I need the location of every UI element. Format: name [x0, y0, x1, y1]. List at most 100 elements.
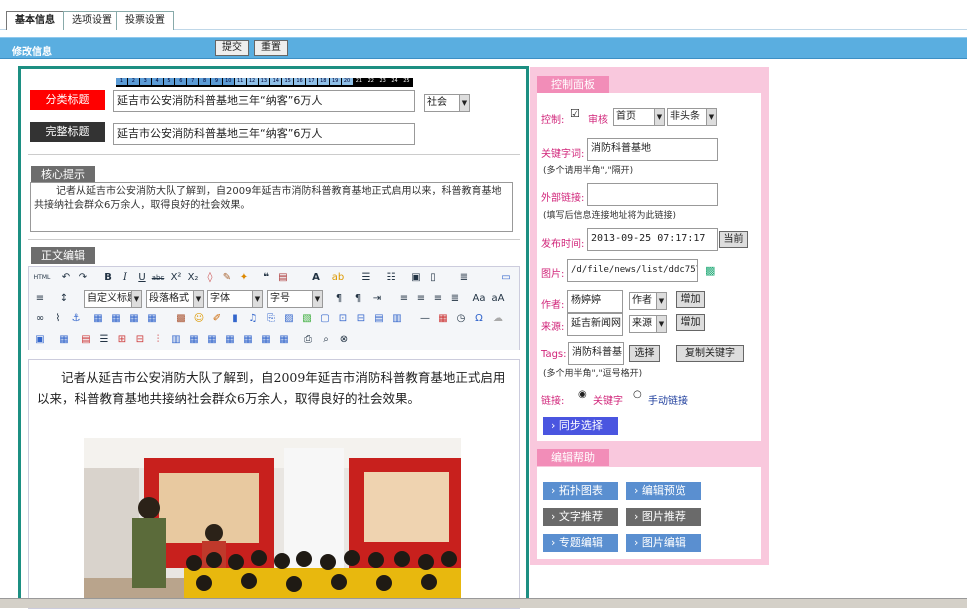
search-replace-icon[interactable]: ⊗	[337, 333, 351, 347]
split-cells-icon[interactable]: ▦	[241, 333, 255, 347]
paste-icon[interactable]: ▤	[276, 271, 290, 285]
template-icon[interactable]: ▥	[390, 312, 404, 326]
headline-select[interactable]: 非头条 ▼	[667, 108, 717, 126]
delete-table-icon[interactable]: ▤	[79, 333, 93, 347]
unlink-icon[interactable]: ⌇	[51, 312, 65, 326]
source-add-button[interactable]: 增加	[676, 314, 705, 331]
paragraph-format-select[interactable]: 段落格式 ▼	[146, 290, 204, 308]
highlight-icon[interactable]: ab	[331, 271, 345, 285]
submit-button[interactable]: 提交	[215, 40, 249, 56]
custom-title-select[interactable]: 自定义标题 ▼	[84, 290, 142, 308]
align-left-icon[interactable]: ≡	[397, 292, 411, 306]
attachment-icon[interactable]: ⎘	[264, 312, 278, 326]
date-icon[interactable]: ▦	[436, 312, 450, 326]
tags-select-button[interactable]: 选择	[629, 345, 660, 362]
clear-doc-icon[interactable]: ▯	[426, 271, 440, 285]
delete-col-icon[interactable]: ▥	[169, 333, 183, 347]
author-select[interactable]: 作者 ▼	[629, 292, 667, 310]
source-input[interactable]: 延吉新闻网	[567, 313, 623, 336]
copy-keyword-button[interactable]: 复制关键字	[676, 345, 744, 362]
select-all-icon[interactable]: ▣	[409, 271, 423, 285]
edit-preview-button[interactable]: › 编辑预览	[626, 482, 701, 500]
insert-row-icon[interactable]: ⊞	[115, 333, 129, 347]
row-spacing-icon[interactable]: ≡	[33, 292, 47, 306]
image-left-icon[interactable]: ▦	[91, 312, 105, 326]
manual-link-radio[interactable]: ○	[633, 389, 642, 400]
merge-right-icon[interactable]: ▦	[205, 333, 219, 347]
gmap-icon[interactable]: ▧	[300, 312, 314, 326]
line-height-icon[interactable]: ↕	[57, 292, 71, 306]
preview-icon[interactable]: ⌕	[319, 333, 333, 347]
unordered-list-icon[interactable]: ☷	[384, 271, 398, 285]
align-center-icon[interactable]: ≡	[414, 292, 428, 306]
author-input[interactable]: 杨婷婷	[567, 290, 623, 313]
external-link-input[interactable]	[587, 183, 718, 206]
topic-edit-button[interactable]: › 专题编辑	[543, 534, 618, 552]
author-add-button[interactable]: 增加	[676, 291, 705, 308]
reset-button[interactable]: 重置	[254, 40, 288, 56]
special-char-icon[interactable]: Ω	[472, 312, 486, 326]
home-select[interactable]: 首页 ▼	[613, 108, 665, 126]
page-break-icon[interactable]: ⊟	[354, 312, 368, 326]
rtl-icon[interactable]: ¶	[351, 292, 365, 306]
current-time-button[interactable]: 当前	[719, 231, 748, 248]
bold-icon[interactable]: B	[101, 271, 115, 285]
horizontal-scrollbar[interactable]	[0, 598, 967, 608]
fullscreen-icon[interactable]: ▭	[499, 271, 513, 285]
tab-basic-info[interactable]: 基本信息	[6, 11, 64, 30]
undo-icon[interactable]: ↶	[59, 271, 73, 285]
quote-icon[interactable]: ❝	[259, 271, 273, 285]
ordered-list-icon[interactable]: ☰	[359, 271, 373, 285]
time-icon[interactable]: ◷	[454, 312, 468, 326]
inserttable-dialog-icon[interactable]: ▣	[33, 333, 47, 347]
image-picker-icon[interactable]: ▩	[705, 264, 715, 277]
editor-content[interactable]: 记者从延吉市公安消防大队了解到，自2009年延吉市消防科普教育基地正式启用以来，…	[28, 359, 520, 609]
align-right-icon[interactable]: ≡	[431, 292, 445, 306]
insert-table-icon[interactable]: ▦	[57, 333, 71, 347]
align-justify-icon[interactable]: ≣	[448, 292, 462, 306]
emotion-icon[interactable]: ☺	[192, 312, 206, 326]
source-select[interactable]: 来源 ▼	[629, 315, 667, 333]
paragraph-icon[interactable]: ≣	[457, 271, 471, 285]
image-center-icon[interactable]: ▦	[145, 312, 159, 326]
html-source-button[interactable]: HTML	[33, 271, 51, 285]
case-lower-icon[interactable]: aA	[491, 292, 505, 306]
anchor-icon[interactable]: ⚓	[69, 312, 83, 326]
strikethrough-icon[interactable]: abc	[151, 271, 165, 285]
underline-icon[interactable]: U	[135, 271, 149, 285]
text-recommend-button[interactable]: › 文字推荐	[543, 508, 618, 526]
category-select[interactable]: 社会 ▼	[424, 94, 470, 112]
tags-input[interactable]: 消防科普基	[568, 342, 624, 365]
image-right-icon[interactable]: ▦	[109, 312, 123, 326]
scrawl-icon[interactable]: ✐	[210, 312, 224, 326]
merge-cells-icon[interactable]: ▦	[187, 333, 201, 347]
font-color-icon[interactable]: A	[309, 271, 323, 285]
print-icon[interactable]: ⎙	[301, 333, 315, 347]
category-title-input[interactable]: 延吉市公安消防科普基地三年“纳客”6万人	[113, 90, 415, 112]
publish-time-input[interactable]: 2013-09-25 07:17:17	[587, 228, 718, 251]
image-path-input[interactable]: /d/file/news/list/ddc757	[567, 259, 698, 282]
case-upper-icon[interactable]: Aa	[472, 292, 486, 306]
ltr-icon[interactable]: ¶	[332, 292, 346, 306]
sync-select-button[interactable]: › 同步选择	[543, 417, 618, 435]
eraser-icon[interactable]: ◊	[203, 271, 217, 285]
font-family-select[interactable]: 字体 ▼	[207, 290, 263, 308]
insert-paragraph-before-table-icon[interactable]: ☰	[97, 333, 111, 347]
redo-icon[interactable]: ↷	[76, 271, 90, 285]
topology-chart-button[interactable]: › 拓扑图表	[543, 482, 618, 500]
summary-textarea[interactable]: 记者从延吉市公安消防大队了解到，自2009年延吉市消防科普教育基地正式启用以来，…	[30, 182, 513, 232]
image-edit-button[interactable]: › 图片编辑	[626, 534, 701, 552]
wordimage-icon[interactable]: ☁	[491, 312, 505, 326]
merge-down-icon[interactable]: ▦	[223, 333, 237, 347]
link-icon[interactable]: ∞	[33, 312, 47, 326]
insert-frame-icon[interactable]: ▢	[318, 312, 332, 326]
split-rows-icon[interactable]: ▦	[259, 333, 273, 347]
keyword-link-radio[interactable]: ◉	[578, 389, 587, 400]
keyword-input[interactable]: 消防科普基地	[587, 138, 718, 161]
audit-checkbox[interactable]: ☑	[570, 107, 580, 120]
horizontal-rule-icon[interactable]: —	[418, 312, 432, 326]
image-none-icon[interactable]: ▦	[127, 312, 141, 326]
delete-row-icon[interactable]: ⊟	[133, 333, 147, 347]
image-recommend-button[interactable]: › 图片推荐	[626, 508, 701, 526]
full-title-input[interactable]: 延吉市公安消防科普基地三年“纳客”6万人	[113, 123, 415, 145]
